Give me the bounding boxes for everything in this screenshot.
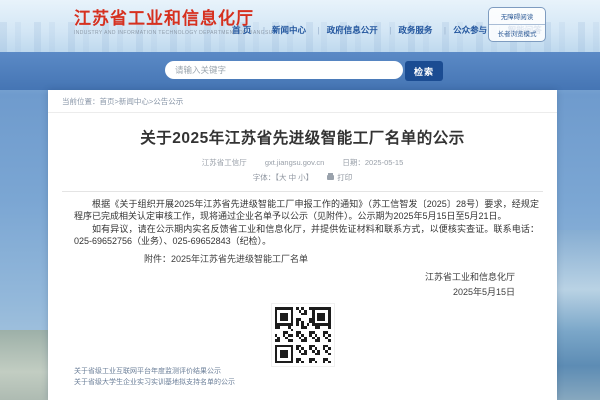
attachment-link[interactable]: 附件：2025年江苏省先进级智能工厂名单: [144, 252, 557, 265]
signature-block: 江苏省工业和信息化厅 2025年5月15日: [48, 270, 515, 300]
related-link-training-base[interactable]: 关于省级大学生企业实习实训基地拟支持名单的公示: [74, 377, 235, 388]
search-input[interactable]: [165, 61, 403, 79]
signature-org: 江苏省工业和信息化厅: [424, 272, 515, 283]
article-meta: 江苏省工信厅 gxt.jiangsu.gov.cn 日期：2025-05-15: [48, 157, 557, 168]
qr-code: [270, 303, 335, 368]
article-paragraph: 根据《关于组织开展2025年江苏省先进级智能工厂申报工作的通知》（苏工信智发〔2…: [74, 199, 539, 221]
page: 江苏省工业和信息化厅 INDUSTRY AND INFORMATION TECH…: [0, 0, 600, 400]
search-band: 检索: [0, 52, 600, 90]
article-date: 日期：2025-05-15: [342, 158, 404, 167]
font-size-controls[interactable]: 字体：【大 中 小】: [253, 173, 313, 182]
accessible-reading-button[interactable]: 无障碍阅读: [489, 8, 545, 24]
page-title: 关于2025年江苏省先进级智能工厂名单的公示: [140, 130, 465, 147]
content-card: 当前位置：首页>新闻中心>公告公示 关于2025年江苏省先进级智能工厂名单的公示…: [48, 90, 557, 400]
site-header: 江苏省工业和信息化厅 INDUSTRY AND INFORMATION TECH…: [0, 0, 600, 52]
background-photo-right: [557, 230, 600, 400]
nav-item-services[interactable]: 政务服务: [382, 25, 432, 35]
search-button[interactable]: 检索: [405, 61, 443, 81]
article-paragraph: 如有异议，请在公示期内实名反馈省工业和信息化厅，并提供佐证材料和联系方式，以便核…: [74, 224, 539, 246]
nav-item-home[interactable]: 首 页: [232, 25, 251, 35]
background-photo-left: [0, 330, 48, 400]
print-icon: [327, 173, 335, 180]
article-tools: 字体：【大 中 小】 打印: [48, 172, 557, 183]
article-site-url: gxt.jiangsu.gov.cn: [264, 158, 325, 167]
related-link-platform-evaluation[interactable]: 关于省级工业互联网平台年度监测评价结果公示: [74, 366, 235, 377]
related-links: 关于省级工业互联网平台年度监测评价结果公示 关于省级大学生企业实习实训基地拟支持…: [74, 366, 235, 388]
nav-item-participation[interactable]: 公众参与: [437, 25, 487, 35]
elder-mode-button[interactable]: 长者浏览模式: [489, 24, 545, 41]
print-button[interactable]: 打印: [327, 173, 352, 182]
article-source: 江苏省工信厅: [201, 158, 247, 167]
nav-item-news[interactable]: 新闻中心: [256, 25, 306, 35]
nav-item-info-disclosure[interactable]: 政府信息公开: [311, 25, 378, 35]
signature-date: 2025年5月15日: [452, 287, 515, 298]
accessibility-box: 无障碍阅读 长者浏览模式: [488, 7, 546, 42]
divider: [62, 191, 543, 192]
breadcrumb: 当前位置：首页>新闻中心>公告公示: [48, 90, 557, 113]
